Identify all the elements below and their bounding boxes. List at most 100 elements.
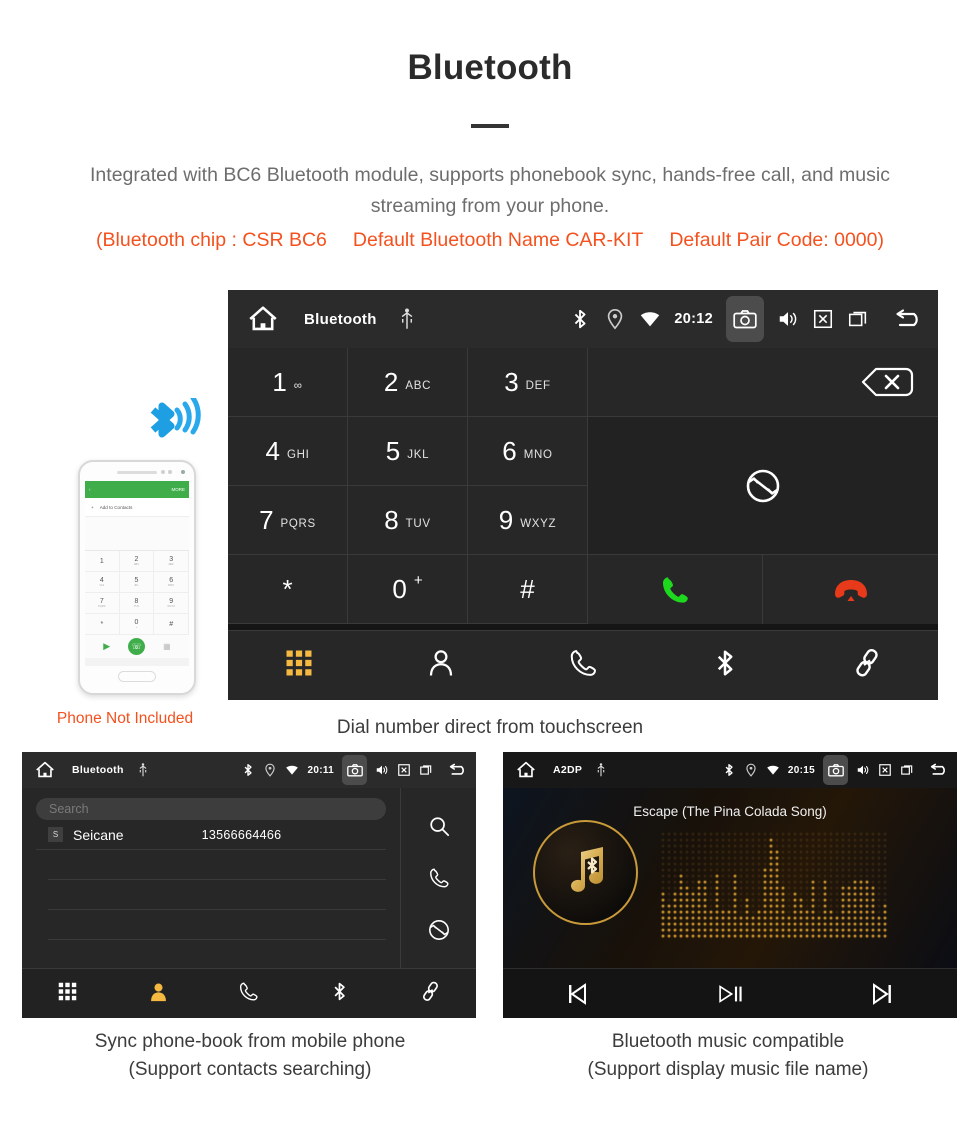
phone-back-icon: ‹ — [89, 487, 91, 492]
nav-contacts[interactable] — [148, 981, 169, 1007]
phone-key-digit: # — [169, 620, 174, 628]
phone-call-icon: ☏ — [128, 638, 146, 655]
call-button[interactable] — [588, 555, 763, 624]
nav-bluetooth[interactable] — [710, 648, 740, 683]
key-9[interactable]: 9 WXYZ — [468, 486, 588, 555]
volume-icon[interactable] — [856, 763, 870, 777]
search-input[interactable]: Search — [36, 798, 386, 820]
phone-key: 5 JKL — [119, 572, 155, 593]
usb-icon — [597, 763, 605, 777]
close-box-icon[interactable] — [812, 308, 834, 330]
phonebook-clock: 20:11 — [307, 764, 334, 776]
search-placeholder: Search — [49, 802, 89, 816]
key-8[interactable]: 8 TUV — [348, 486, 468, 555]
hangup-button[interactable] — [763, 555, 938, 624]
recent-apps-icon[interactable] — [900, 763, 914, 777]
camera-icon[interactable] — [342, 755, 367, 785]
spec-line: (Bluetooth chip : CSR BC6 Default Blueto… — [0, 229, 980, 252]
back-arrow-icon[interactable] — [928, 762, 949, 778]
key-4[interactable]: 4 GHI — [228, 417, 348, 486]
phone-keypad-icon: ▦ — [163, 642, 171, 651]
music-title: A2DP — [553, 764, 583, 776]
spec-name: Default Bluetooth Name CAR-KIT — [352, 229, 644, 251]
phone-mockup: ‹ MORE + Add to Contacts 1 2 ABC 3 DEF 4 GHI 5 J… — [30, 398, 220, 738]
play-pause-icon[interactable] — [716, 982, 744, 1006]
close-box-icon[interactable] — [397, 763, 411, 777]
search-icon[interactable] — [428, 815, 450, 837]
key-digit: 2 — [383, 367, 399, 397]
phone-key-digit: 7 — [99, 598, 104, 605]
key-star[interactable]: * — [228, 555, 348, 624]
previous-track-icon[interactable] — [565, 982, 593, 1006]
key-0[interactable]: 0 + — [348, 555, 468, 624]
backspace-icon — [861, 367, 914, 397]
volume-icon[interactable] — [375, 763, 389, 777]
music-clock: 20:15 — [787, 764, 815, 776]
phone-key-letters: JKL — [134, 584, 139, 587]
plus-icon: + — [91, 504, 94, 510]
key-letters: DEF — [525, 379, 551, 392]
page-description: Integrated with BC6 Bluetooth module, su… — [90, 164, 890, 217]
nav-dialpad[interactable] — [284, 648, 314, 683]
music-note-bluetooth-icon — [570, 846, 603, 892]
call-icon[interactable] — [428, 867, 450, 889]
nav-contacts[interactable] — [426, 648, 456, 683]
phone-body: ‹ MORE + Add to Contacts 1 2 ABC 3 DEF 4 GHI 5 J… — [78, 460, 196, 695]
key-3[interactable]: 3 DEF — [468, 348, 588, 417]
dialer-keypad: 1 ∞ 2 ABC 3 DEF 4 GHI 5 JKL 6 MNO 7 PQRS 8 TUV 9 WXYZ * 0 + # — [228, 348, 938, 630]
close-box-icon[interactable] — [878, 763, 892, 777]
nav-call-log[interactable] — [238, 981, 259, 1007]
phone-key: 0 + — [119, 614, 155, 635]
backspace-button[interactable] — [588, 348, 938, 417]
key-5[interactable]: 5 JKL — [348, 417, 468, 486]
sync-transfer-icon — [746, 469, 780, 502]
phone-key: * — [85, 614, 120, 635]
camera-icon[interactable] — [726, 296, 764, 342]
key-digit: 1 — [272, 367, 287, 397]
nav-link[interactable] — [852, 648, 882, 683]
sync-icon[interactable] — [428, 919, 450, 941]
key-digit: 9 — [498, 505, 514, 535]
phone-key-digit: 2 — [134, 556, 139, 563]
transfer-audio-button[interactable] — [588, 417, 938, 555]
dialer-statusbar: Bluetooth 20:12 — [228, 290, 938, 348]
phonebook-body: Search S Seicane 13566664466 — [22, 788, 476, 968]
key-6[interactable]: 6 MNO — [468, 417, 588, 486]
usb-icon — [139, 763, 147, 777]
contact-row[interactable]: S Seicane 13566664466 — [36, 820, 386, 850]
dialer-title: Bluetooth — [304, 310, 377, 328]
wifi-icon — [641, 312, 660, 327]
phone-key: 4 GHI — [85, 572, 120, 593]
spec-pair-code: Default Pair Code: 0000) — [669, 229, 884, 251]
track-title: Escape (The Pina Colada Song) — [633, 804, 827, 819]
phone-key-letters: GHI — [99, 584, 105, 587]
key-letters: JKL — [407, 448, 430, 461]
dialer-caption: Dial number direct from touchscreen — [336, 717, 644, 738]
home-icon[interactable] — [34, 759, 56, 781]
key-digit: * — [282, 574, 293, 604]
nav-link[interactable] — [420, 981, 441, 1007]
back-arrow-icon[interactable] — [447, 762, 468, 778]
back-arrow-icon[interactable] — [892, 307, 924, 331]
nav-dialpad[interactable] — [57, 981, 78, 1007]
key-hash[interactable]: # — [468, 555, 588, 624]
recent-apps-icon[interactable] — [847, 308, 869, 330]
home-icon[interactable] — [246, 302, 280, 336]
key-1[interactable]: 1 ∞ — [228, 348, 348, 417]
usb-icon — [401, 308, 413, 329]
volume-icon[interactable] — [777, 308, 799, 330]
key-7[interactable]: 7 PQRS — [228, 486, 348, 555]
music-screen: A2DP 20:15 Escape (The Pina Colada Song) — [503, 752, 957, 1018]
next-track-icon[interactable] — [867, 982, 895, 1006]
camera-icon[interactable] — [823, 755, 848, 785]
phone-key-digit: 4 — [99, 577, 104, 584]
phone-key: 3 DEF — [154, 551, 189, 572]
home-icon[interactable] — [515, 759, 537, 781]
key-2[interactable]: 2 ABC — [348, 348, 468, 417]
album-art — [533, 820, 638, 925]
nav-call-log[interactable] — [568, 648, 598, 683]
recent-apps-icon[interactable] — [419, 763, 433, 777]
nav-bluetooth[interactable] — [329, 981, 350, 1007]
phone-key-letters: + — [135, 626, 138, 629]
phone-key-letters: TUV — [133, 605, 140, 608]
